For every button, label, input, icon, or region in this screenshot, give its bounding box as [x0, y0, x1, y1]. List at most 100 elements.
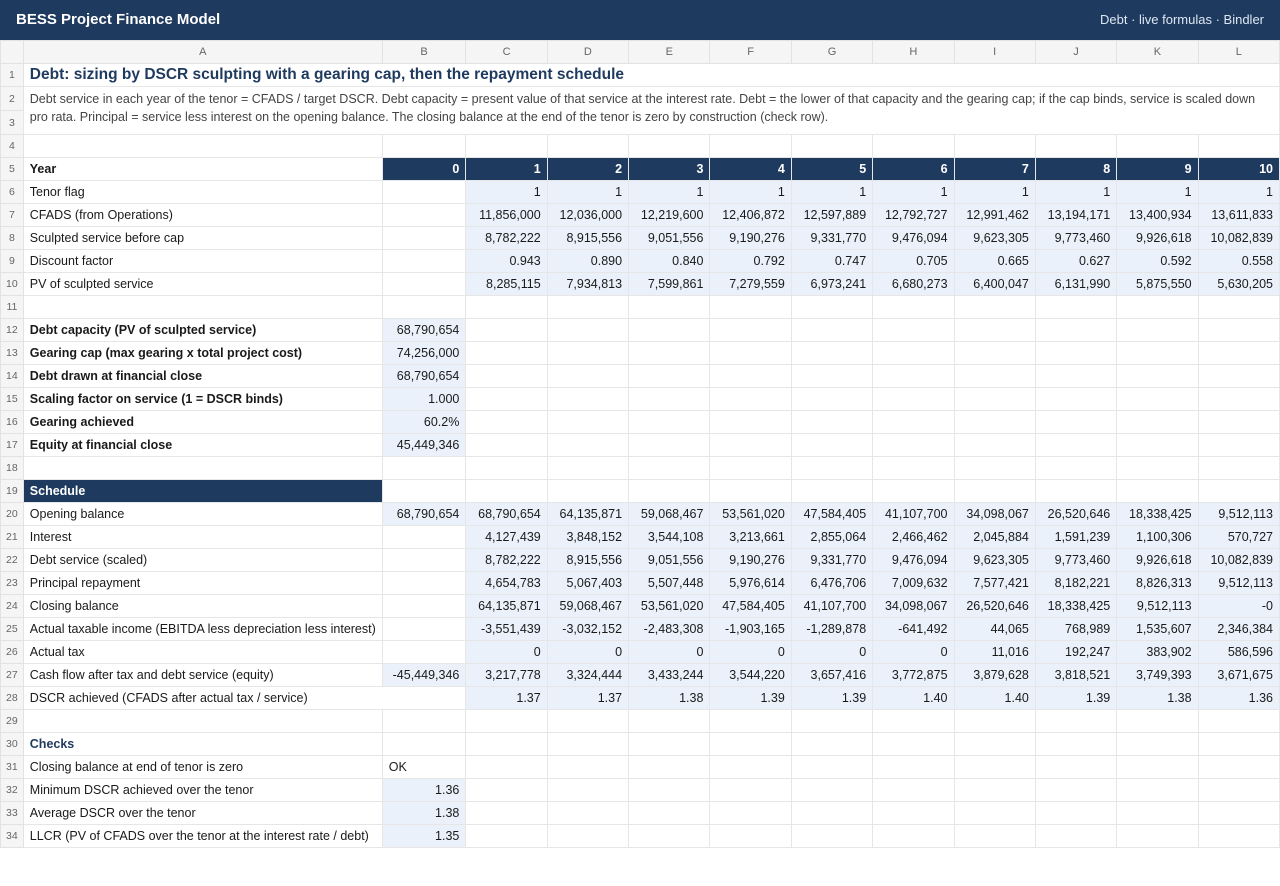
cell[interactable]: [709, 824, 792, 848]
cell[interactable]: [1197, 318, 1280, 342]
value-cell[interactable]: 383,902: [1116, 640, 1199, 664]
value-cell[interactable]: 0: [709, 640, 792, 664]
cell[interactable]: [872, 318, 955, 342]
cell[interactable]: [546, 479, 630, 503]
cell[interactable]: [1116, 364, 1199, 388]
cell-year-0[interactable]: [381, 571, 467, 595]
cell[interactable]: [953, 341, 1036, 365]
value-cell[interactable]: 1.37: [546, 686, 630, 710]
cell[interactable]: [953, 387, 1036, 411]
column-header-l[interactable]: L: [1197, 40, 1280, 64]
cell[interactable]: [465, 318, 548, 342]
cell[interactable]: [953, 755, 1036, 779]
value-cell[interactable]: 3,324,444: [546, 663, 630, 687]
value-cell[interactable]: 10,082,839: [1197, 548, 1280, 572]
cell[interactable]: [465, 479, 548, 503]
row-header[interactable]: 7: [0, 203, 24, 227]
check-value[interactable]: OK: [381, 755, 467, 779]
value-cell[interactable]: 1: [790, 180, 874, 204]
row-header[interactable]: 31: [0, 755, 24, 779]
row-label[interactable]: Discount factor: [22, 249, 383, 273]
value-cell[interactable]: 1: [546, 180, 630, 204]
cell-year-0[interactable]: [381, 617, 467, 641]
cell[interactable]: [790, 134, 874, 158]
value-cell[interactable]: 2,855,064: [790, 525, 874, 549]
value-cell[interactable]: 64,135,871: [465, 594, 548, 618]
value-cell[interactable]: 7,599,861: [628, 272, 711, 296]
year-header[interactable]: 10: [1197, 157, 1280, 181]
value-cell[interactable]: 8,182,221: [1034, 571, 1118, 595]
cell[interactable]: [628, 801, 711, 825]
value-cell[interactable]: -641,492: [872, 617, 955, 641]
value-cell[interactable]: 12,991,462: [953, 203, 1036, 227]
value-cell[interactable]: 6,400,047: [953, 272, 1036, 296]
summary-value[interactable]: 68,790,654: [381, 364, 467, 388]
value-cell[interactable]: 3,657,416: [790, 663, 874, 687]
year-header[interactable]: 8: [1034, 157, 1118, 181]
cell[interactable]: [872, 134, 955, 158]
value-cell[interactable]: 12,219,600: [628, 203, 711, 227]
value-cell[interactable]: 586,596: [1197, 640, 1280, 664]
cell[interactable]: [1197, 134, 1280, 158]
cell[interactable]: [1197, 341, 1280, 365]
row-header[interactable]: 18: [0, 456, 24, 480]
cell[interactable]: [1034, 410, 1118, 434]
value-cell[interactable]: 9,926,618: [1116, 226, 1199, 250]
value-cell[interactable]: 9,623,305: [953, 548, 1036, 572]
value-cell[interactable]: 5,976,614: [709, 571, 792, 595]
cell[interactable]: [790, 479, 874, 503]
value-cell[interactable]: 47,584,405: [709, 594, 792, 618]
value-cell[interactable]: 5,067,403: [546, 571, 630, 595]
cell[interactable]: [872, 387, 955, 411]
value-cell[interactable]: 3,544,108: [628, 525, 711, 549]
value-cell[interactable]: 8,915,556: [546, 548, 630, 572]
year-header[interactable]: 9: [1116, 157, 1199, 181]
value-cell[interactable]: 0: [872, 640, 955, 664]
value-cell[interactable]: 18,338,425: [1116, 502, 1199, 526]
value-cell[interactable]: 3,749,393: [1116, 663, 1199, 687]
cell[interactable]: [872, 341, 955, 365]
value-cell[interactable]: 1: [1197, 180, 1280, 204]
cell-year-0[interactable]: -45,449,346: [381, 663, 467, 687]
cell[interactable]: [1116, 341, 1199, 365]
value-cell[interactable]: 8,782,222: [465, 226, 548, 250]
value-cell[interactable]: 2,045,884: [953, 525, 1036, 549]
value-cell[interactable]: 0.792: [709, 249, 792, 273]
value-cell[interactable]: -1,903,165: [709, 617, 792, 641]
cell[interactable]: [1034, 778, 1118, 802]
value-cell[interactable]: 3,433,244: [628, 663, 711, 687]
value-cell[interactable]: 11,856,000: [465, 203, 548, 227]
row-header[interactable]: 19: [0, 479, 24, 503]
value-cell[interactable]: 9,773,460: [1034, 226, 1118, 250]
check-label[interactable]: Closing balance at end of tenor is zero: [22, 755, 383, 779]
value-cell[interactable]: 26,520,646: [953, 594, 1036, 618]
summary-label[interactable]: Equity at financial close: [22, 433, 383, 457]
value-cell[interactable]: 9,512,113: [1197, 571, 1280, 595]
summary-label[interactable]: Gearing cap (max gearing x total project…: [22, 341, 383, 365]
cell[interactable]: [546, 778, 630, 802]
year-label[interactable]: Year: [22, 157, 383, 181]
cell[interactable]: [546, 755, 630, 779]
column-header-h[interactable]: H: [872, 40, 955, 64]
cell-year-0[interactable]: [381, 249, 467, 273]
check-label[interactable]: LLCR (PV of CFADS over the tenor at the …: [22, 824, 383, 848]
value-cell[interactable]: -1,289,878: [790, 617, 874, 641]
value-cell[interactable]: 1: [628, 180, 711, 204]
cell[interactable]: [1197, 801, 1280, 825]
value-cell[interactable]: 9,926,618: [1116, 548, 1199, 572]
value-cell[interactable]: 1: [1034, 180, 1118, 204]
cell[interactable]: [465, 824, 548, 848]
value-cell[interactable]: 1.40: [872, 686, 955, 710]
summary-value[interactable]: 1.000: [381, 387, 467, 411]
row-header[interactable]: 9: [0, 249, 24, 273]
row-label[interactable]: Interest: [22, 525, 383, 549]
value-cell[interactable]: 2,346,384: [1197, 617, 1280, 641]
cell[interactable]: [1034, 709, 1118, 733]
value-cell[interactable]: 8,915,556: [546, 226, 630, 250]
value-cell[interactable]: 12,597,889: [790, 203, 874, 227]
cell[interactable]: [1116, 456, 1199, 480]
row-header[interactable]: 21: [0, 525, 24, 549]
value-cell[interactable]: 1.39: [790, 686, 874, 710]
row-header[interactable]: 12: [0, 318, 24, 342]
row-label[interactable]: Closing balance: [22, 594, 383, 618]
